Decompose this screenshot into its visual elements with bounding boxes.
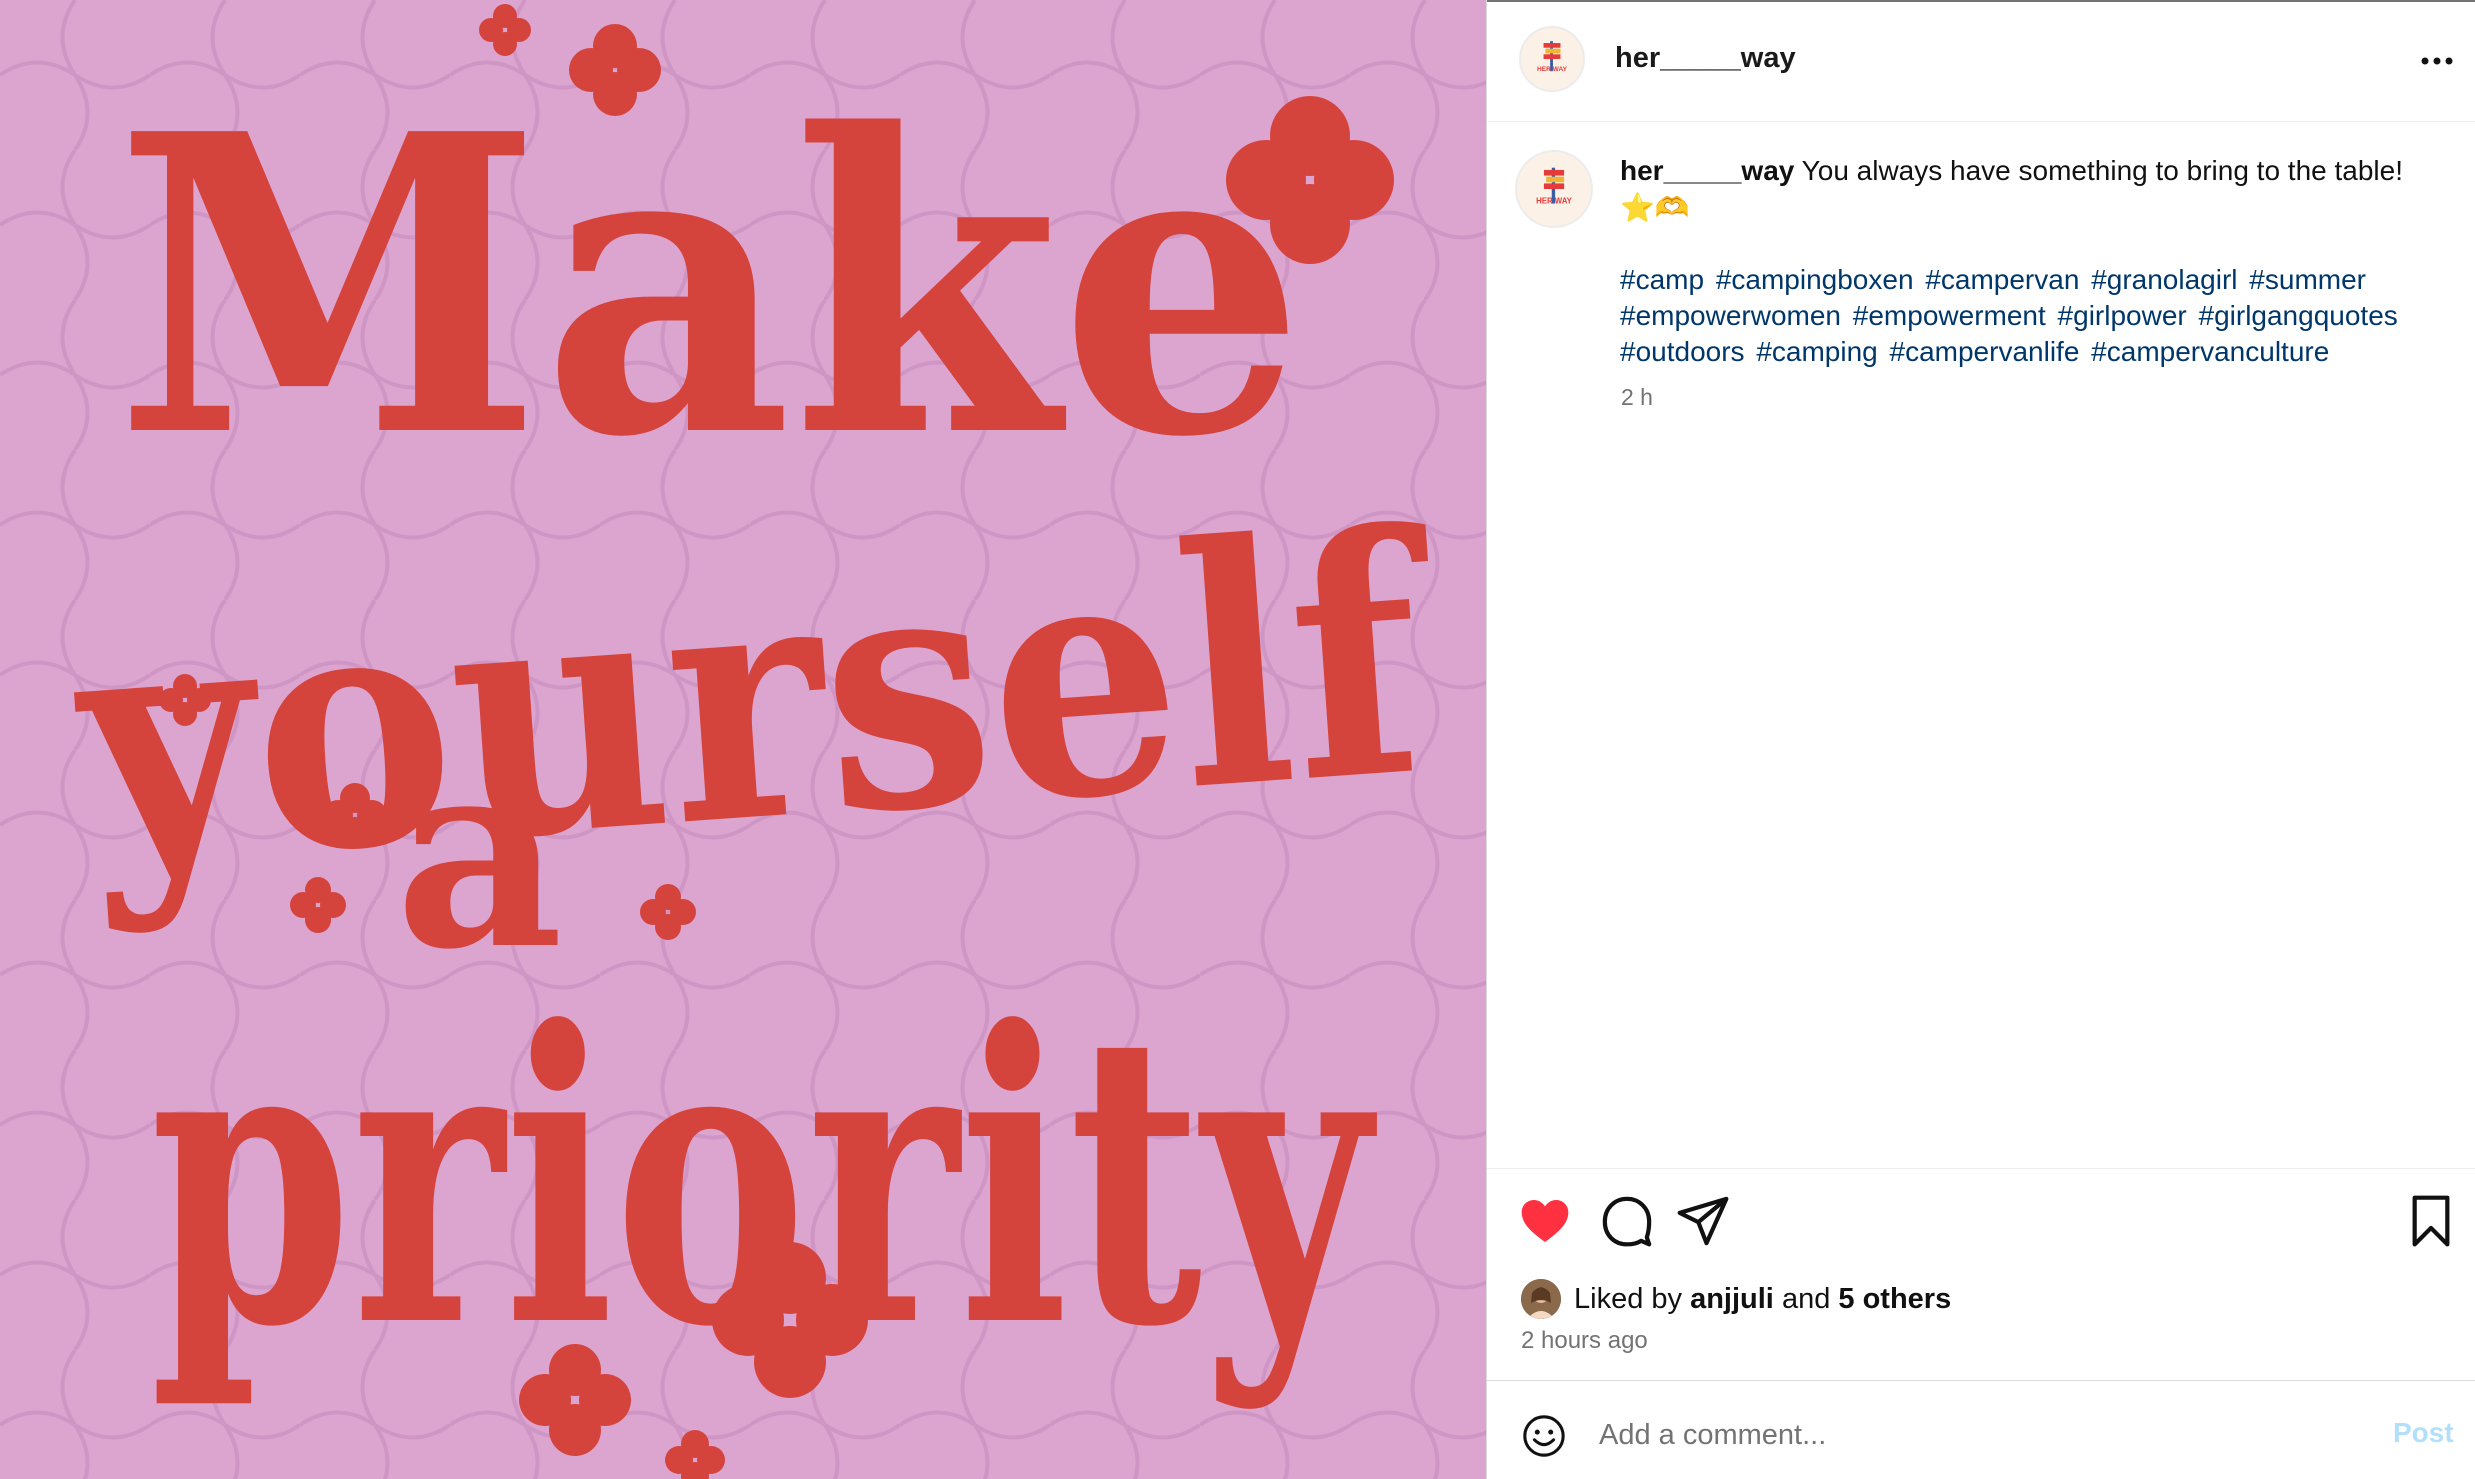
post-actions: Liked by anjjuli and 5 others 2 hours ag…	[1487, 1168, 2475, 1380]
first-liker-link[interactable]: anjjuli	[1690, 1283, 1774, 1315]
post-image[interactable]: Make yourself a priority	[0, 0, 1486, 1479]
user-avatar-icon	[1521, 1279, 1561, 1319]
post-header: HER WAY her_____way	[1487, 2, 2475, 122]
quote-line-make: Make	[115, 45, 1305, 527]
heart-filled-icon[interactable]	[1517, 1193, 1573, 1249]
liker-avatar[interactable]	[1521, 1279, 1561, 1319]
post-comment-button[interactable]: Post	[2393, 1417, 2454, 1449]
comment-bar: Post	[1487, 1380, 2475, 1479]
hashtag-link[interactable]: #empowerment	[1853, 300, 2046, 331]
hashtag-link[interactable]: #girlpower	[2058, 300, 2187, 331]
hashtag-link[interactable]: #summer	[2249, 264, 2366, 295]
hashtag-link[interactable]: #camp	[1620, 264, 1704, 295]
hashtag-link[interactable]: #outdoors	[1620, 336, 1745, 367]
smiley-icon[interactable]	[1521, 1413, 1567, 1459]
bookmark-icon[interactable]	[2403, 1193, 2459, 1249]
comment-input[interactable]	[1597, 1409, 2301, 1461]
likes-summary: Liked by anjjuli and 5 others	[1574, 1283, 1951, 1316]
hashtag-link[interactable]: #empowerwomen	[1620, 300, 1841, 331]
post-caption: her_____way You always have something to…	[1620, 152, 2440, 226]
hashtag-link[interactable]: #campingboxen	[1716, 264, 1914, 295]
hashtag-link[interactable]: #campervanculture	[2091, 336, 2329, 367]
comment-icon[interactable]	[1599, 1193, 1655, 1249]
more-horizontal-icon[interactable]	[2417, 46, 2457, 76]
hashtag-link[interactable]: #camping	[1756, 336, 1877, 367]
hashtag-link[interactable]: #campervan	[1925, 264, 2079, 295]
hashtag-link[interactable]: #girlgangquotes	[2199, 300, 2398, 331]
likes-prefix: Liked by	[1574, 1283, 1683, 1315]
hashtag-link[interactable]: #granolagirl	[2091, 264, 2237, 295]
profile-avatar[interactable]: HER WAY	[1519, 26, 1585, 92]
caption-username[interactable]: her_____way	[1620, 155, 1794, 186]
header-username[interactable]: her_____way	[1615, 42, 1796, 75]
instagram-post-view: Make yourself a priority HER WAY her____…	[0, 0, 2475, 1479]
quote-line-priority: priority	[150, 945, 1378, 1415]
caption-time[interactable]: 2 h	[1621, 384, 1653, 411]
other-likers-link[interactable]: 5 others	[1838, 1283, 1951, 1315]
hashtag-link[interactable]: #campervanlife	[1890, 336, 2080, 367]
post-timestamp[interactable]: 2 hours ago	[1521, 1327, 1648, 1355]
paper-plane-icon[interactable]	[1675, 1193, 1731, 1249]
likes-connector: and	[1781, 1283, 1831, 1315]
svg-text:HER WAY: HER WAY	[1536, 197, 1573, 206]
quote-artwork: Make yourself a priority	[0, 0, 1486, 1479]
hashtag-list: #camp #campingboxen #campervan #granolag…	[1620, 262, 2450, 370]
post-side-panel: HER WAY her_____way HER WAY her_____way …	[1486, 0, 2475, 1479]
svg-text:HER WAY: HER WAY	[1537, 66, 1568, 73]
her-way-logo-icon: HER WAY	[1522, 29, 1582, 89]
her-way-logo-icon: HER WAY	[1519, 154, 1589, 224]
caption-avatar[interactable]: HER WAY	[1515, 150, 1593, 228]
